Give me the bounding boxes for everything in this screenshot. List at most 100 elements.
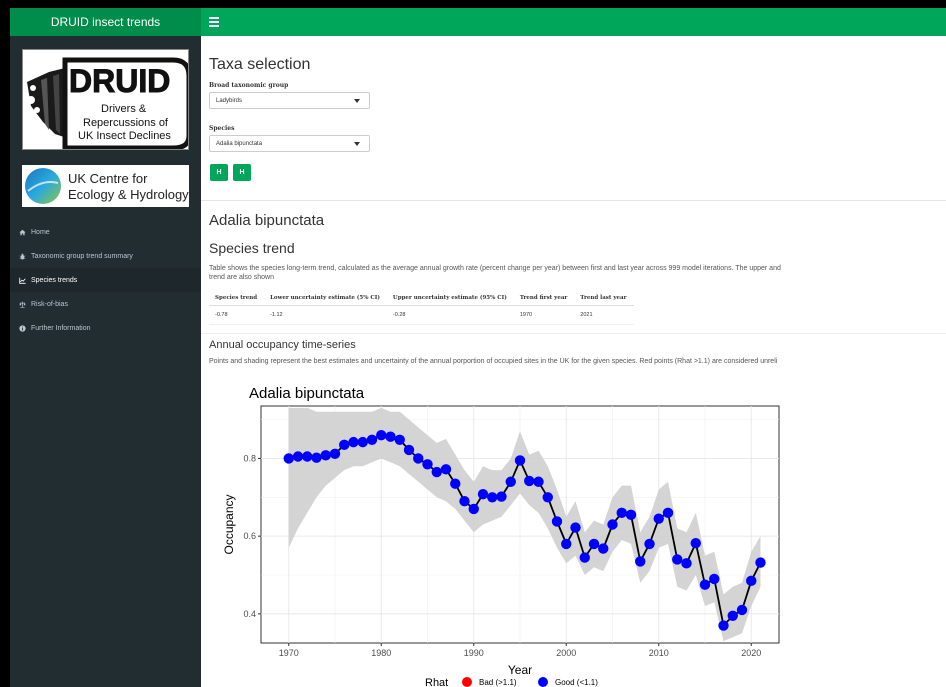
data-point (533, 476, 544, 487)
data-point (699, 579, 711, 590)
data-point (690, 537, 701, 549)
species-label: Species (209, 125, 235, 132)
x-tick-label: 2020 (741, 648, 761, 658)
data-point (348, 436, 359, 448)
table-cell: 1970 (513, 305, 575, 325)
chart-title: Adalia bipunctata (249, 385, 365, 402)
sidebar-item-taxonomic-group-trend-summary[interactable]: Taxonomic group trend summary (10, 244, 201, 268)
data-point (413, 453, 424, 464)
table-cell: -1.12 (264, 305, 387, 325)
annual-occupancy-heading: Annual occupancy time-series (209, 339, 356, 351)
data-point (718, 620, 729, 631)
previous-species-button[interactable]: H (210, 164, 228, 181)
broad-group-value: Ladybirds (216, 97, 243, 104)
data-point (570, 522, 581, 533)
legend-label: Good (<1.1) (555, 678, 598, 687)
y-tick-label: 0.6 (243, 531, 256, 541)
data-point (746, 575, 757, 587)
table-cell: 2021 (574, 305, 634, 325)
y-tick-label: 0.4 (243, 609, 256, 619)
svg-text:Ecology & Hydrology: Ecology & Hydrology (68, 187, 189, 202)
chevron-down-icon (354, 142, 360, 146)
sidebar-item-home[interactable]: Home (10, 220, 201, 244)
svg-text:Repercussions of: Repercussions of (83, 117, 169, 129)
ukceh-logo-image: UK Centre for Ecology & Hydrology (25, 168, 189, 204)
table-cell: -0.78 (209, 305, 265, 325)
x-tick-label: 1970 (279, 648, 299, 658)
svg-text:Drivers &: Drivers & (101, 103, 147, 115)
svg-text:DRUID: DRUID (69, 63, 170, 99)
data-point (579, 552, 590, 563)
legend-marker (538, 677, 548, 687)
data-point (403, 444, 415, 456)
species-trend-heading: Species trend (209, 240, 295, 256)
table-header: Trend last year (574, 291, 634, 306)
x-tick-label: 2010 (649, 648, 669, 658)
trend-description-line-2: trend are also shown (209, 274, 274, 281)
divider (201, 200, 946, 201)
data-point (727, 610, 738, 622)
next-species-button[interactable]: H (233, 164, 251, 181)
table-header: Upper uncertainty estimate (95% CI) (386, 291, 514, 306)
data-point (357, 436, 368, 448)
species-trend-table: Species trend Lower uncertainty estimate… (209, 291, 634, 325)
data-point (616, 507, 627, 519)
sidebar-item-label: Species trends (31, 276, 78, 284)
x-tick-label: 1990 (464, 648, 484, 658)
app-title[interactable]: DRUID insect trends (10, 8, 201, 36)
balance-icon (19, 301, 26, 308)
divider (201, 333, 946, 334)
data-point (339, 439, 350, 451)
broad-group-label: Broad taxonomic group (209, 82, 289, 89)
species-value: Adalia bipunctata (216, 140, 263, 147)
data-point (422, 459, 433, 470)
svg-text:UK Insect Declines: UK Insect Declines (78, 130, 171, 142)
data-point (440, 464, 452, 475)
trend-description-line-1: Table shows the species long-term trend,… (209, 265, 781, 272)
data-point (311, 452, 322, 463)
data-point (320, 450, 331, 461)
data-point (302, 451, 313, 462)
data-point (468, 503, 479, 515)
data-point (496, 491, 507, 502)
table-header: Trend first year (513, 291, 575, 306)
chart-line-icon (19, 277, 26, 284)
data-point (450, 478, 461, 489)
data-point (459, 495, 470, 507)
bug-icon (19, 253, 26, 259)
sidebar-item-label: Home (31, 228, 50, 236)
top-navbar (201, 8, 946, 36)
table-header: Species trend (209, 291, 265, 306)
data-point (385, 431, 396, 442)
data-point (644, 538, 655, 550)
data-point (477, 488, 489, 500)
table-row: -0.78 -1.12 -0.28 1970 2021 (209, 305, 634, 325)
sidebar-item-label: Risk-of-bias (31, 300, 68, 308)
data-point (635, 556, 646, 567)
table-cell: -0.28 (386, 305, 514, 325)
data-point (709, 573, 720, 585)
svg-text:UK Centre for: UK Centre for (68, 171, 148, 186)
data-point (672, 554, 683, 565)
sidebar-toggle-icon[interactable] (209, 17, 219, 27)
data-point (561, 538, 572, 550)
data-point (755, 557, 766, 568)
data-point (283, 453, 294, 464)
data-point (551, 516, 563, 527)
legend-marker (462, 677, 472, 687)
app-window: DRUID insect trends DRUID Drivers & Repe… (10, 8, 946, 687)
species-select[interactable]: Adalia bipunctata (209, 135, 370, 152)
druid-logo: DRUID Drivers & Repercussions of UK Inse… (22, 49, 189, 150)
legend-title: Rhat (425, 677, 448, 687)
data-point (653, 513, 664, 524)
sidebar-item-species-trends[interactable]: Species trends (10, 268, 201, 292)
table-header: Lower uncertainty estimate (5% CI) (264, 291, 387, 306)
sidebar-menu: Home Taxonomic group trend summary Speci… (10, 220, 201, 340)
data-point (625, 509, 637, 520)
annual-description: Points and shading represent the best es… (209, 358, 778, 365)
data-point (292, 451, 304, 462)
broad-group-select[interactable]: Ladybirds (209, 92, 370, 109)
data-point (662, 507, 674, 519)
sidebar-item-further-information[interactable]: Further Information (10, 316, 201, 340)
sidebar-item-risk-of-bias[interactable]: Risk-of-bias (10, 292, 201, 316)
